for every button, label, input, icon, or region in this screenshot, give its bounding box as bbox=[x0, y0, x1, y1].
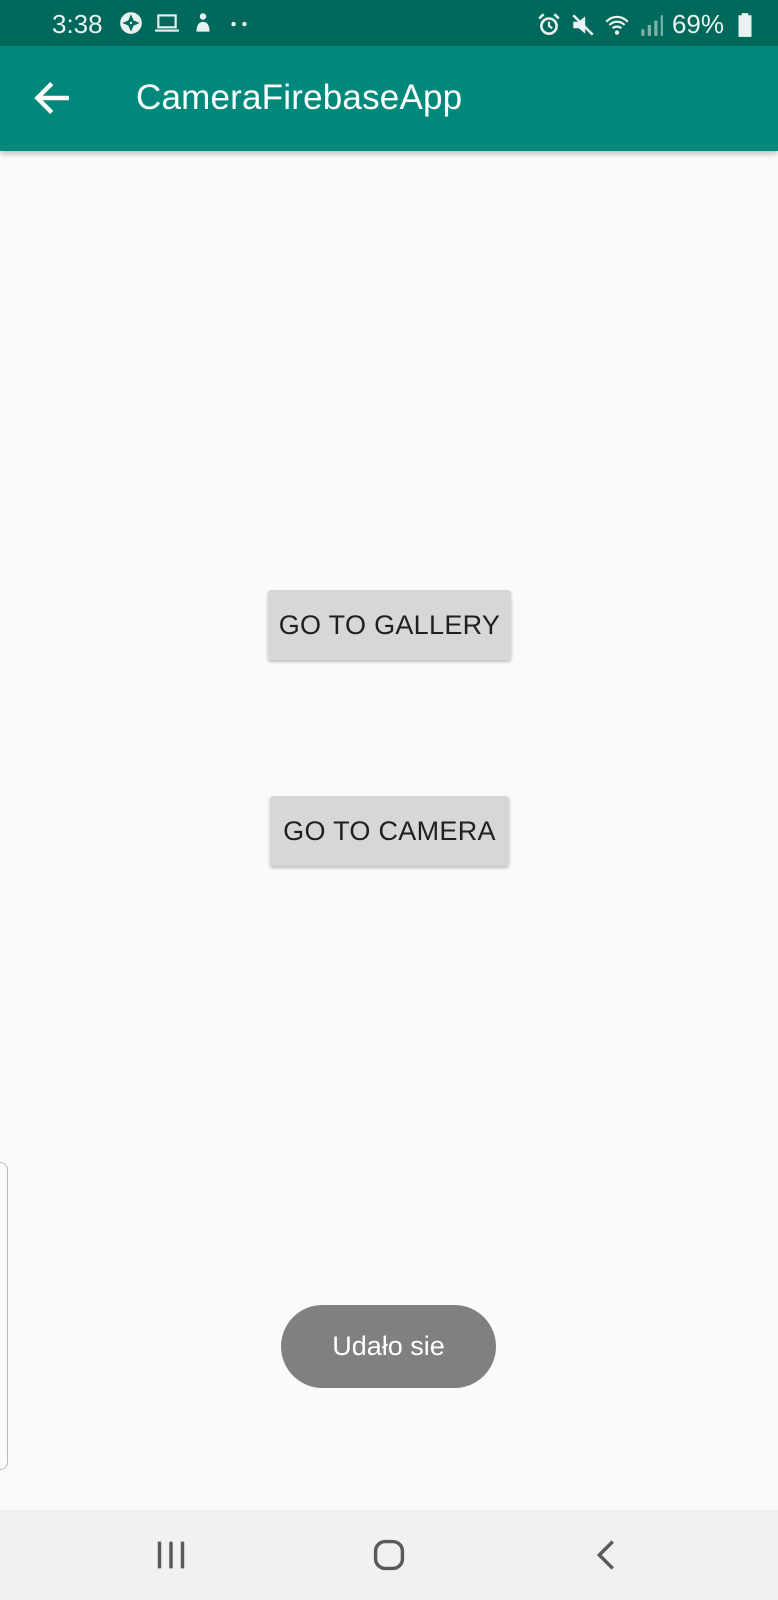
go-to-gallery-button[interactable]: GO TO GALLERY bbox=[268, 590, 511, 660]
wifi-icon bbox=[605, 15, 629, 35]
status-left-icons bbox=[118, 10, 252, 36]
toast-message: Udało sie bbox=[281, 1305, 496, 1388]
go-to-camera-button[interactable]: GO TO CAMERA bbox=[270, 796, 509, 866]
more-dots-icon bbox=[231, 21, 247, 27]
signal-icon bbox=[641, 14, 663, 36]
status-time: 3:38 bbox=[52, 9, 103, 39]
status-right-icons: 69% bbox=[536, 9, 758, 40]
navigation-bar bbox=[0, 1510, 778, 1600]
mute-icon bbox=[572, 13, 594, 36]
recents-icon[interactable] bbox=[148, 1532, 194, 1578]
notification-person-icon bbox=[196, 13, 210, 32]
home-icon[interactable] bbox=[366, 1532, 412, 1578]
app-title: CameraFirebaseApp bbox=[136, 78, 463, 117]
back-arrow-icon[interactable] bbox=[30, 76, 74, 120]
aperture-icon bbox=[120, 12, 142, 34]
alarm-icon bbox=[538, 12, 560, 35]
edge-panel-handle[interactable] bbox=[0, 1162, 8, 1470]
app-bar: CameraFirebaseApp bbox=[0, 46, 778, 151]
laptop-icon bbox=[155, 14, 179, 32]
status-bar: 3:38 69% bbox=[0, 0, 778, 46]
battery-icon bbox=[738, 12, 752, 37]
back-icon[interactable] bbox=[584, 1532, 630, 1578]
battery-percent: 69% bbox=[671, 9, 724, 39]
screen: 3:38 69% CameraFirebaseApp GO TO GALLERY… bbox=[0, 0, 778, 1600]
